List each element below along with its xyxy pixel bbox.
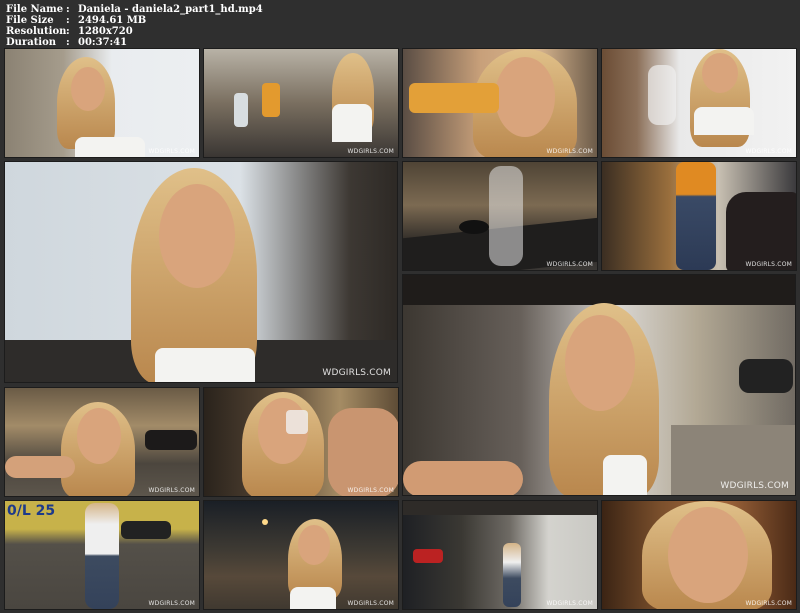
water-glass-icon	[234, 93, 248, 127]
person-body	[676, 162, 716, 270]
thumbnail-5-large[interactable]: WDGIRLS.COM	[4, 161, 398, 383]
person-body	[503, 543, 521, 607]
car	[121, 521, 171, 539]
watermark: WDGIRLS.COM	[546, 261, 593, 268]
person-face	[298, 525, 330, 565]
shot-glass-icon	[286, 410, 308, 434]
car	[726, 192, 796, 270]
watermark: WDGIRLS.COM	[347, 487, 394, 494]
person-top	[603, 455, 647, 495]
thumbnail-3[interactable]: WDGIRLS.COM	[402, 48, 598, 158]
person-top	[694, 107, 754, 135]
thumbnail-13[interactable]: WDGIRLS.COM	[402, 500, 598, 610]
ashtray-icon	[459, 220, 489, 234]
person-top	[290, 587, 336, 609]
watermark: WDGIRLS.COM	[322, 368, 391, 378]
thumbnail-4[interactable]: WDGIRLS.COM	[601, 48, 797, 158]
thumbnail-7[interactable]: WDGIRLS.COM	[601, 161, 797, 271]
person-face	[71, 67, 105, 111]
thumbnail-9[interactable]: WDGIRLS.COM	[4, 387, 200, 497]
thumbnail-10[interactable]: WDGIRLS.COM	[203, 387, 399, 497]
watermark: WDGIRLS.COM	[148, 600, 195, 607]
awning	[403, 275, 795, 305]
beer-glass-icon	[409, 83, 499, 113]
person-face	[159, 184, 235, 288]
wine-glass-icon	[648, 65, 676, 125]
person-arm	[5, 456, 75, 478]
watermark: WDGIRLS.COM	[745, 600, 792, 607]
watermark: WDGIRLS.COM	[546, 148, 593, 155]
shop-sign: 0/L 25	[7, 503, 56, 519]
watermark: WDGIRLS.COM	[347, 600, 394, 607]
thumbnail-12[interactable]: WDGIRLS.COM	[203, 500, 399, 610]
watermark: WDGIRLS.COM	[148, 487, 195, 494]
person-face	[77, 408, 121, 464]
car	[739, 359, 793, 393]
person-arm	[328, 408, 398, 496]
watermark: WDGIRLS.COM	[745, 148, 792, 155]
thumbnail-11[interactable]: 0/L 25 WDGIRLS.COM	[4, 500, 200, 610]
person-face	[495, 57, 555, 137]
car	[145, 430, 197, 450]
beer-glass-icon	[262, 83, 280, 117]
person-face	[668, 507, 748, 603]
awning	[403, 501, 597, 515]
watermark: WDGIRLS.COM	[148, 148, 195, 155]
watermark: WDGIRLS.COM	[745, 261, 792, 268]
person-top	[75, 137, 145, 157]
person-face	[565, 315, 635, 411]
thumbnail-8-large[interactable]: WDGIRLS.COM	[402, 274, 796, 496]
thumbnail-2[interactable]: WDGIRLS.COM	[203, 48, 399, 158]
thumbnail-6[interactable]: WDGIRLS.COM	[402, 161, 598, 271]
car	[413, 549, 443, 563]
watermark: WDGIRLS.COM	[546, 600, 593, 607]
thumbnail-1[interactable]: WDGIRLS.COM	[4, 48, 200, 158]
person-top	[332, 104, 372, 142]
wine-glass-icon	[489, 166, 523, 266]
thumbnail-14[interactable]: WDGIRLS.COM	[601, 500, 797, 610]
thumbnail-grid: WDGIRLS.COM WDGIRLS.COM WDGIRLS.COM WDGI…	[0, 0, 800, 613]
person-top	[155, 348, 255, 382]
person-arm	[403, 461, 523, 495]
watermark: WDGIRLS.COM	[720, 481, 789, 491]
watermark: WDGIRLS.COM	[347, 148, 394, 155]
person-face	[702, 53, 738, 93]
person-body	[85, 503, 119, 609]
street-lamp-icon	[262, 519, 268, 525]
